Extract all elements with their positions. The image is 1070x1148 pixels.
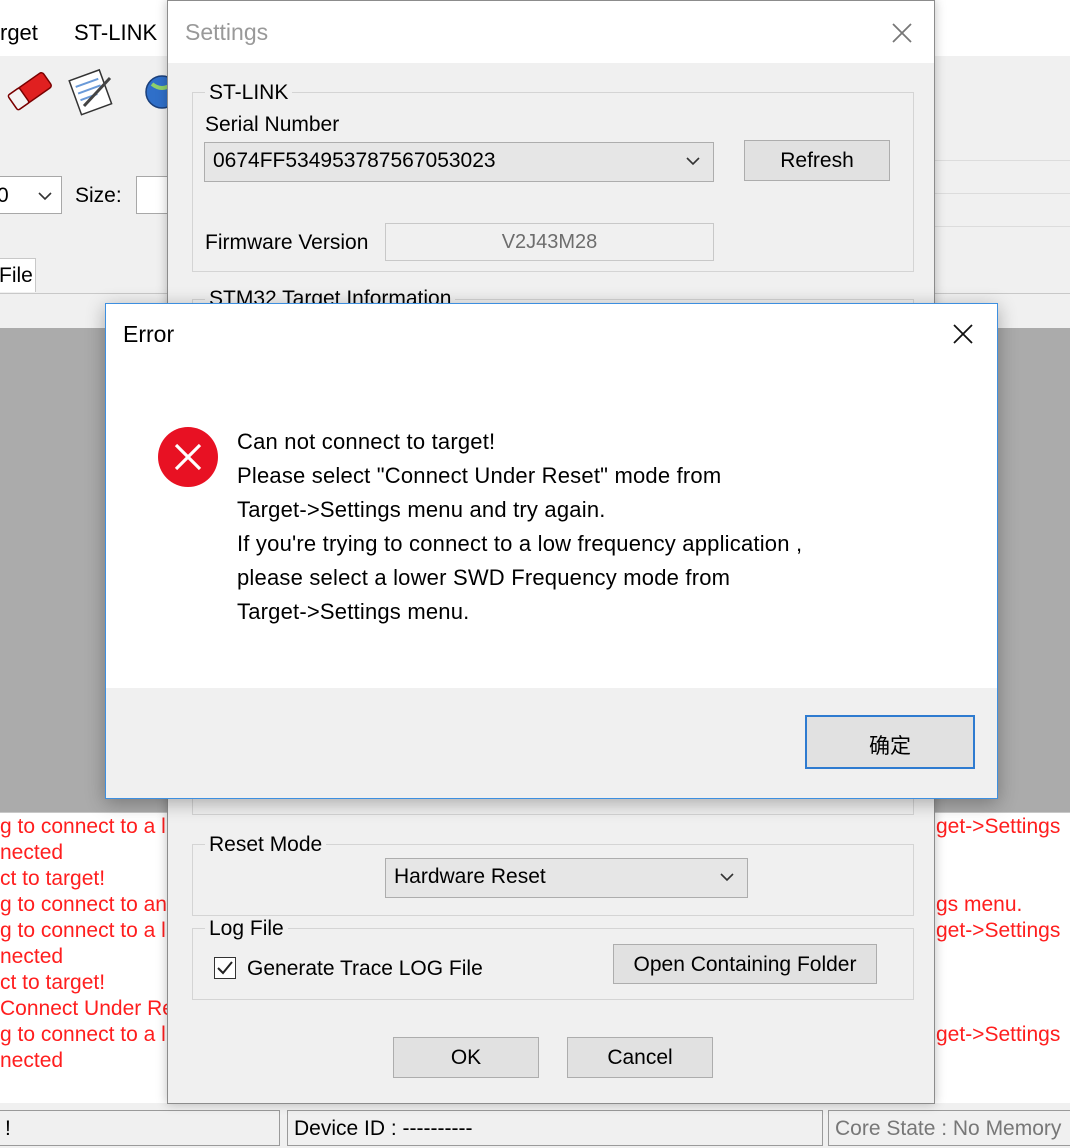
chevron-down-icon (686, 157, 700, 166)
settings-title: Settings (185, 19, 269, 45)
address-combo[interactable]: 0 (0, 176, 62, 214)
error-message-line: Target->Settings menu and try again. (237, 497, 606, 522)
eraser-icon[interactable] (5, 66, 55, 116)
generate-log-checkbox[interactable] (214, 957, 236, 979)
divider (935, 193, 1070, 194)
size-label: Size: (75, 184, 122, 207)
address-combo-value: 0 (0, 184, 9, 207)
settings-titlebar: Settings (168, 1, 934, 63)
chevron-down-icon (38, 192, 52, 201)
checkmark-icon (217, 961, 233, 975)
log-line: Connect Under Re (0, 997, 174, 1020)
divider (935, 226, 1070, 227)
error-message-line: If you're trying to connect to a low fre… (237, 531, 803, 556)
cancel-button[interactable]: Cancel (567, 1037, 713, 1078)
reset-mode-group-label: Reset Mode (205, 833, 327, 857)
status-device-id: Device ID : ---------- (287, 1110, 823, 1146)
firmware-version-label: Firmware Version (205, 231, 369, 254)
serial-number-label: Serial Number (205, 113, 340, 136)
refresh-button[interactable]: Refresh (744, 140, 890, 181)
error-message-line: Target->Settings menu. (237, 599, 470, 624)
log-line: g to connect to a l (0, 919, 166, 942)
log-line: nected (0, 841, 64, 864)
serial-number-value: 0674FF534953787567053023 (213, 149, 496, 172)
generate-log-label: Generate Trace LOG File (247, 957, 483, 980)
stlink-group-label: ST-LINK (205, 81, 293, 105)
menu-target[interactable]: rget (0, 20, 38, 46)
log-line: nected (0, 1049, 64, 1072)
firmware-version-value: V2J43M28 (385, 223, 714, 261)
log-line: get->Settings (936, 1023, 1061, 1046)
close-icon[interactable] (886, 17, 918, 49)
log-line: get->Settings (936, 919, 1061, 942)
reset-mode-value: Hardware Reset (394, 865, 546, 888)
log-line: ct to target! (0, 971, 106, 994)
error-message: Can not connect to target! Please select… (237, 425, 937, 629)
tab-file[interactable]: File (0, 258, 36, 292)
serial-number-select[interactable]: 0674FF534953787567053023 (204, 142, 714, 182)
log-line: gs menu. (936, 893, 1023, 916)
reset-mode-select[interactable]: Hardware Reset (385, 858, 748, 898)
error-footer: 确定 (106, 688, 997, 798)
error-message-line: Can not connect to target! (237, 429, 496, 454)
error-dialog: Error Can not connect to target! Please … (105, 303, 998, 799)
confirm-button[interactable]: 确定 (805, 715, 975, 769)
open-containing-folder-button[interactable]: Open Containing Folder (613, 944, 877, 984)
close-icon[interactable] (947, 318, 979, 350)
log-line: g to connect to an (0, 893, 167, 916)
edit-document-icon[interactable] (66, 66, 116, 116)
ok-button[interactable]: OK (393, 1037, 539, 1078)
error-title: Error (123, 321, 175, 347)
log-line: get->Settings (936, 815, 1061, 838)
chevron-down-icon (720, 873, 734, 882)
status-core-state: Core State : No Memory (828, 1110, 1070, 1146)
log-line: g to connect to a l (0, 815, 166, 838)
status-message: ! (0, 1110, 280, 1146)
log-line: ct to target! (0, 867, 106, 890)
menu-stlink[interactable]: ST-LINK (74, 20, 157, 46)
error-message-line: please select a lower SWD Frequency mode… (237, 565, 731, 590)
error-icon (158, 427, 218, 487)
log-line: g to connect to a l (0, 1023, 166, 1046)
error-message-line: Please select "Connect Under Reset" mode… (237, 463, 722, 488)
log-line: nected (0, 945, 64, 968)
divider (935, 160, 1070, 161)
log-file-group-label: Log File (205, 917, 288, 941)
